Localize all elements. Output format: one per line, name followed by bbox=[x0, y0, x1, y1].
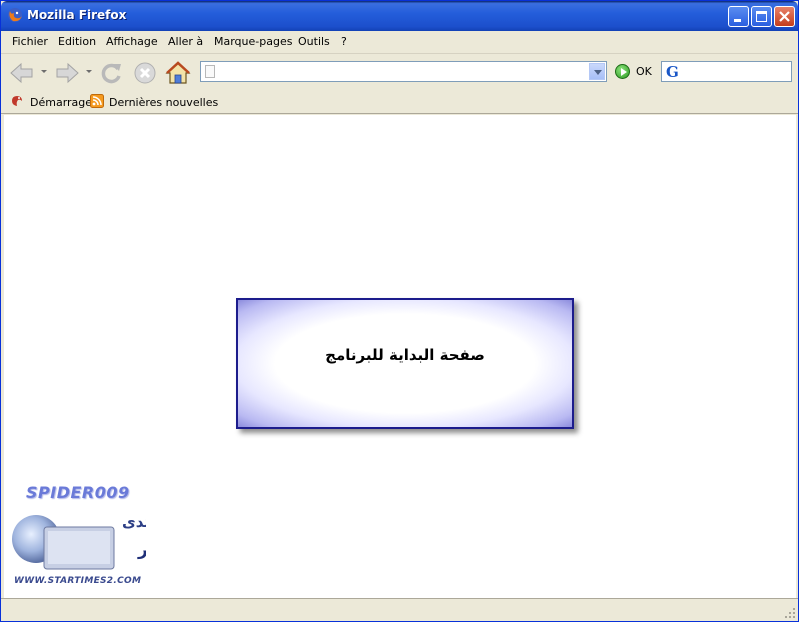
svg-text:برامج الكمبيوتر: برامج الكمبيوتر bbox=[137, 540, 146, 560]
menu-marque-pages[interactable]: Marque-pages bbox=[214, 35, 292, 48]
forward-dropdown-icon[interactable] bbox=[86, 70, 92, 73]
forward-arrow-icon[interactable] bbox=[53, 59, 81, 87]
back-arrow-icon[interactable] bbox=[8, 59, 36, 87]
svg-text:WWW.STARTIMES2.COM: WWW.STARTIMES2.COM bbox=[14, 576, 141, 586]
go-arrow-icon bbox=[615, 64, 630, 79]
firefox-bookmark-icon bbox=[12, 96, 22, 106]
resize-grip-icon[interactable] bbox=[784, 607, 796, 619]
firefox-icon bbox=[8, 8, 22, 22]
go-label: OK bbox=[636, 65, 652, 78]
bookmark-demarrage[interactable]: Démarrage bbox=[30, 96, 92, 109]
rss-feed-icon bbox=[90, 94, 104, 108]
google-search-icon[interactable]: G bbox=[666, 64, 684, 80]
page-content: صفحة البداية للبرنامج SPIDER009 منتدى بر… bbox=[4, 115, 796, 598]
start-page-box: صفحة البداية للبرنامج bbox=[236, 298, 574, 429]
svg-text:منتدى: منتدى bbox=[122, 513, 146, 531]
bookmark-dernieres-nouvelles[interactable]: Dernières nouvelles bbox=[109, 96, 218, 109]
content-edge bbox=[796, 115, 798, 598]
menu-bar: Fichier Edition Affichage Aller à Marque… bbox=[1, 31, 798, 81]
window-title: Mozilla Firefox bbox=[27, 8, 127, 22]
url-dropdown-button[interactable] bbox=[589, 63, 605, 80]
watermark-logo: منتدى برامج الكمبيوتر WWW.STARTIMES2.COM bbox=[12, 513, 146, 586]
minimize-button[interactable] bbox=[728, 6, 749, 27]
menu-affichage[interactable]: Affichage bbox=[106, 35, 158, 48]
status-bar bbox=[1, 598, 798, 621]
page-icon bbox=[205, 65, 215, 78]
watermark-title: SPIDER009 bbox=[26, 483, 130, 502]
menu-outils[interactable]: Outils bbox=[298, 35, 330, 48]
stop-icon[interactable] bbox=[131, 59, 159, 87]
browser-window: Mozilla Firefox Fichier Edition Affichag… bbox=[0, 0, 799, 622]
maximize-icon bbox=[756, 11, 767, 22]
reload-icon[interactable] bbox=[97, 59, 125, 87]
start-page-text: صفحة البداية للبرنامج bbox=[325, 346, 485, 364]
home-icon[interactable] bbox=[164, 59, 192, 87]
bookmarks-toolbar: Démarrage Dernières nouvelles bbox=[1, 91, 798, 114]
close-button[interactable] bbox=[774, 6, 795, 27]
maximize-button[interactable] bbox=[751, 6, 772, 27]
search-input[interactable] bbox=[688, 64, 788, 79]
menu-fichier[interactable]: Fichier bbox=[12, 35, 48, 48]
address-bar[interactable] bbox=[200, 61, 607, 82]
menu-edition[interactable]: Edition bbox=[58, 35, 96, 48]
menu-help[interactable]: ? bbox=[341, 35, 347, 48]
url-input[interactable] bbox=[219, 64, 585, 79]
minimize-icon bbox=[734, 19, 741, 22]
menu-aller[interactable]: Aller à bbox=[168, 35, 203, 48]
go-button[interactable]: OK bbox=[615, 63, 655, 81]
back-dropdown-icon[interactable] bbox=[41, 70, 47, 73]
close-icon bbox=[779, 11, 790, 22]
search-bar[interactable]: G bbox=[661, 61, 792, 82]
title-bar[interactable]: Mozilla Firefox bbox=[1, 1, 798, 31]
